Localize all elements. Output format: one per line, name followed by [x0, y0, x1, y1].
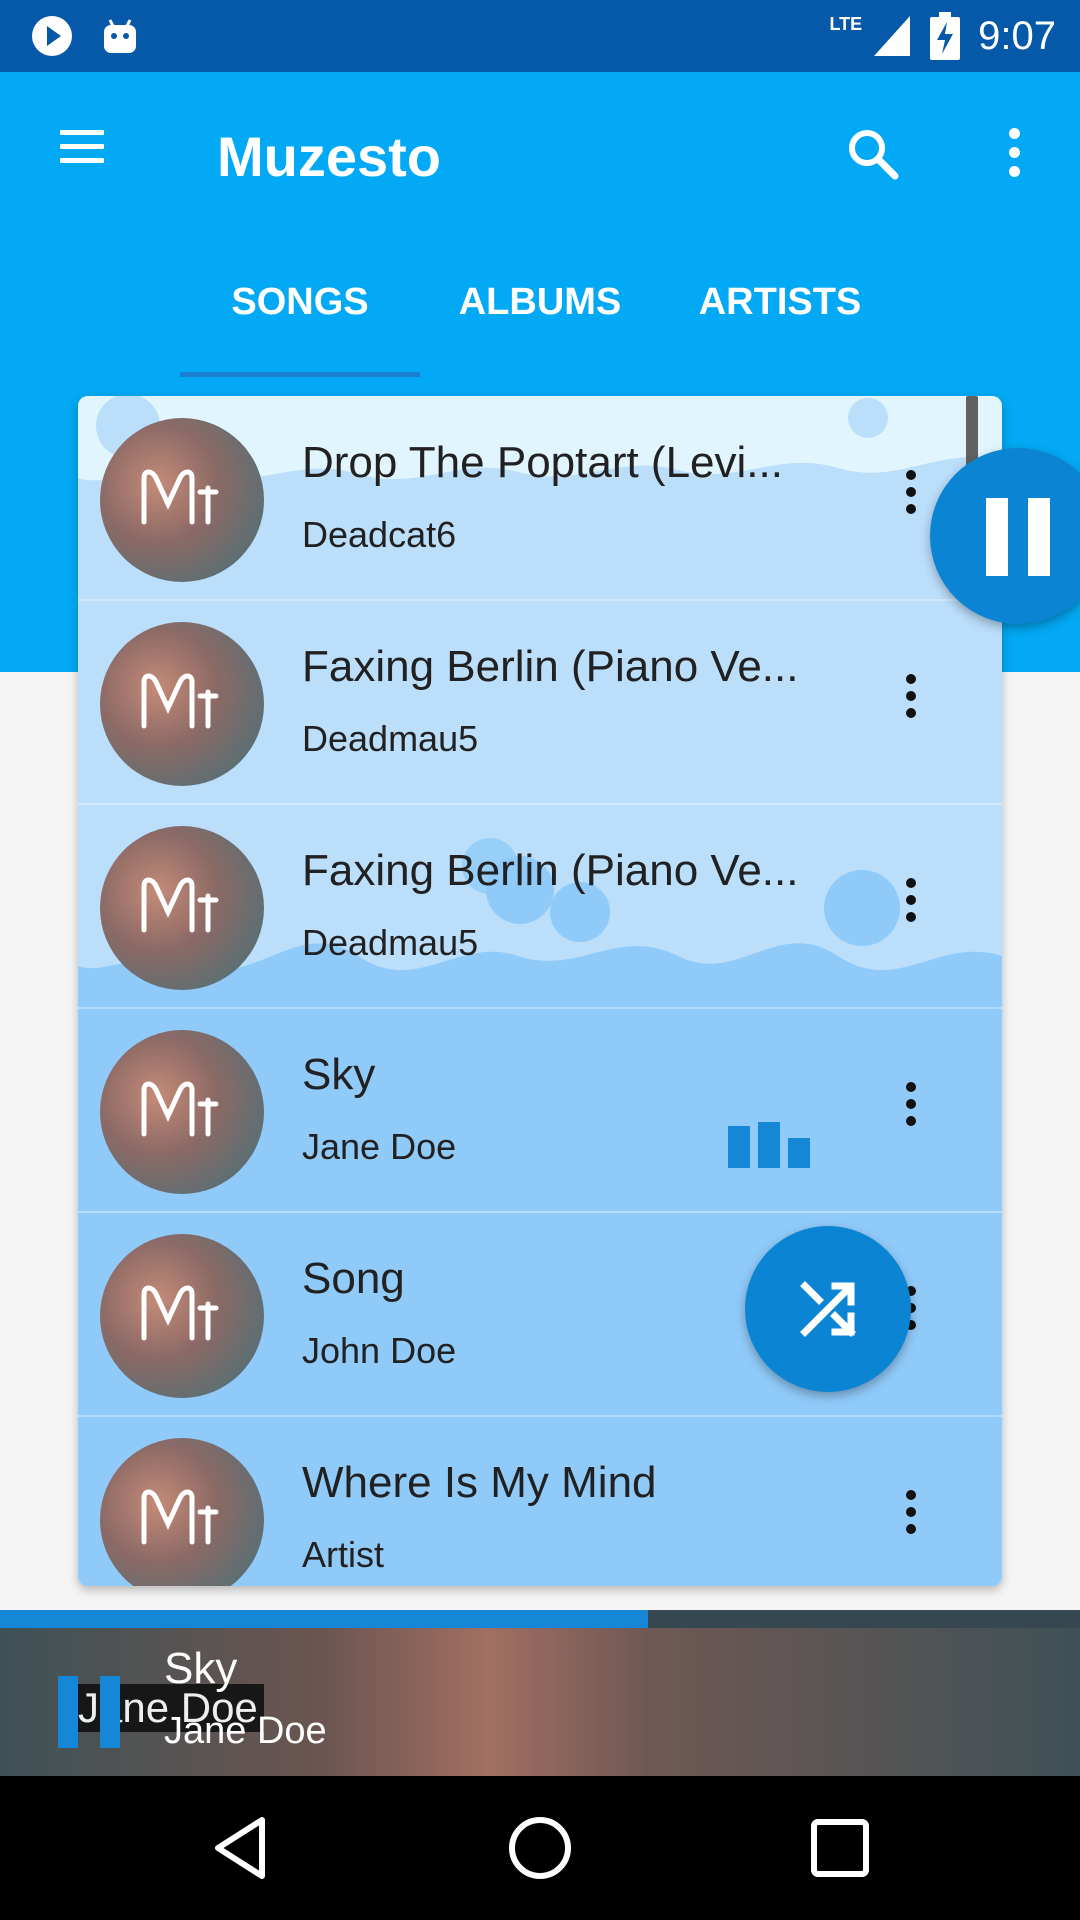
list-item[interactable]: Faxing Berlin (Piano Ve... Deadmau5 [78, 804, 1002, 1009]
navigation-bar [0, 1776, 1080, 1920]
album-art [100, 826, 264, 990]
song-artist: John Doe [302, 1330, 457, 1371]
home-icon[interactable] [504, 1812, 576, 1884]
tab-bar: SONGS ALBUMS ARTISTS [180, 272, 900, 377]
tab-albums[interactable]: ALBUMS [420, 272, 660, 372]
song-artist: Deadmau5 [302, 718, 479, 759]
more-vert-icon[interactable] [901, 1490, 921, 1544]
album-art [100, 622, 264, 786]
search-icon[interactable] [845, 126, 901, 182]
song-title: Song [302, 1254, 405, 1303]
more-vert-icon[interactable] [901, 470, 921, 524]
album-art [100, 1030, 264, 1194]
album-art [100, 1234, 264, 1398]
list-item[interactable]: Faxing Berlin (Piano Ve... Deadmau5 [78, 600, 1002, 805]
signal-icon [874, 16, 911, 56]
shuffle-icon [800, 1281, 856, 1337]
song-title: Where Is My Mind [302, 1458, 657, 1507]
network-type: LTE [829, 13, 863, 34]
status-bar: LTE 9:07 [0, 0, 1080, 72]
progress-fill [0, 1610, 648, 1628]
menu-icon[interactable] [60, 130, 104, 166]
android-icon [104, 19, 136, 53]
clock: 9:07 [978, 13, 1056, 58]
battery-charging-icon [930, 12, 961, 60]
song-artist: Deadcat6 [302, 514, 457, 555]
more-vert-icon[interactable] [901, 674, 921, 728]
mini-player[interactable]: Jane Doe Sky Jane Doe [0, 1628, 1080, 1776]
song-title: Sky [302, 1050, 376, 1099]
mini-player-title: Sky [164, 1644, 238, 1693]
album-art [100, 418, 264, 582]
shuffle-button[interactable] [745, 1226, 911, 1392]
list-item[interactable]: Sky Jane Doe [78, 1008, 1002, 1213]
play-notification-icon [32, 16, 72, 56]
song-title: Drop The Poptart (Levi... [302, 438, 783, 487]
more-vert-icon[interactable] [901, 878, 921, 932]
list-item[interactable]: Where Is My Mind Artist [78, 1416, 1002, 1586]
song-list[interactable]: Drop The Poptart (Levi... Deadcat6 Faxin… [78, 396, 1002, 1586]
list-item[interactable]: Drop The Poptart (Levi... Deadcat6 [78, 396, 1002, 601]
mini-pause-button[interactable] [58, 1676, 120, 1748]
more-vert-icon[interactable] [1000, 128, 1028, 182]
song-title: Faxing Berlin (Piano Ve... [302, 642, 799, 691]
app-title: Muzesto [217, 125, 441, 188]
tab-songs[interactable]: SONGS [180, 272, 420, 377]
more-vert-icon[interactable] [901, 1082, 921, 1136]
playback-progress[interactable] [0, 1610, 1080, 1628]
song-artist: Artist [302, 1534, 385, 1575]
song-title: Faxing Berlin (Piano Ve... [302, 846, 799, 895]
now-playing-equalizer-icon [728, 1122, 812, 1168]
mini-player-artist: Jane Doe [164, 1710, 327, 1752]
tab-artists[interactable]: ARTISTS [660, 272, 900, 372]
recents-icon[interactable] [804, 1812, 876, 1884]
song-artist: Deadmau5 [302, 922, 479, 963]
song-artist: Jane Doe [302, 1126, 457, 1167]
back-icon[interactable] [206, 1812, 278, 1884]
album-art [100, 1438, 264, 1586]
